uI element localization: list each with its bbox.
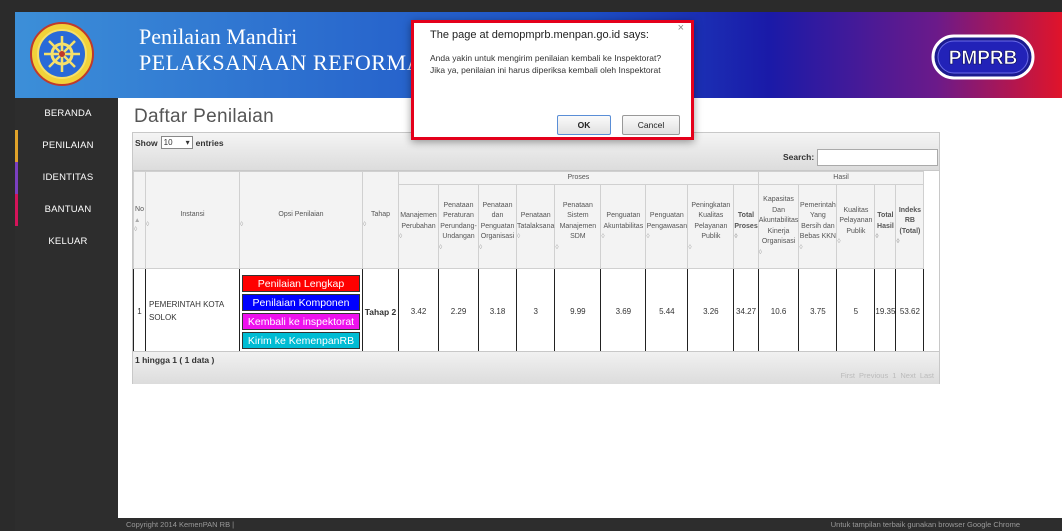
cell-proses-3: 3.18 [478, 268, 517, 355]
table-footer: 1 hingga 1 ( 1 data ) First Previous 1 N… [133, 351, 939, 384]
pmprb-logo-text: PMPRB [949, 48, 1018, 69]
column-header-proses-1[interactable]: Manajemen Perubahan ◊ [398, 184, 439, 269]
search-label: Search: [783, 152, 815, 162]
kembali-ke-inspektorat-button[interactable]: Kembali ke inspektorat [242, 312, 360, 330]
pager-last[interactable]: Last [918, 371, 936, 380]
column-header-no[interactable]: No ▲ ◊ [133, 171, 146, 269]
sidebar-item-identitas[interactable]: IDENTITAS [15, 162, 118, 194]
cell-no: 1 [133, 268, 146, 355]
dialog-message: Anda yakin untuk mengirim penilaian kemb… [430, 53, 662, 75]
copyright-text: Copyright 2014 KemenPAN RB | [126, 520, 235, 529]
dialog-title: The page at demopmprb.menpan.go.id says: [430, 29, 649, 41]
browser-page: Penilaian Mandiri PELAKSANAAN REFORMASI … [15, 12, 1062, 531]
browser-note: Untuk tampilan terbaik gunakan browser G… [830, 520, 1020, 529]
app-title-line1: Penilaian Mandiri [139, 24, 298, 49]
column-header-proses-7[interactable]: Penguatan Pengawasan ◊ [645, 184, 689, 269]
column-header-instansi[interactable]: Instansi ◊ [145, 171, 240, 269]
page-footer: Copyright 2014 KemenPAN RB | Untuk tampi… [118, 518, 1062, 531]
assessment-table-wrapper: Show 10 ▾ entries Search: No ▲ ◊ Instans… [132, 132, 940, 384]
column-header-proses-3[interactable]: Penataan dan Penguatan Organisasi ◊ [478, 184, 517, 269]
cell-total-hasil: 19.35 [874, 268, 897, 355]
cell-total-proses: 34.27 [733, 268, 759, 355]
column-header-hasil-1[interactable]: Kapasitas Dan Akuntabilitas Kinerja Orga… [757, 184, 800, 269]
penilaian-komponen-button[interactable]: Penilaian Komponen [242, 293, 360, 311]
confirm-dialog: The page at demopmprb.menpan.go.id says:… [411, 20, 694, 140]
close-icon[interactable]: × [678, 22, 684, 34]
assessment-table: No ▲ ◊ Instansi ◊ Opsi Penilaian ◊ Tahap ◊ P… [133, 171, 925, 355]
cell-opsi-penilaian: Penilaian Lengkap Penilaian Komponen Kem… [239, 268, 363, 355]
kirim-ke-kemenpanrb-button[interactable]: Kirim ke KemenpanRB [242, 331, 360, 349]
pager-first[interactable]: First [838, 371, 857, 380]
kemenpan-emblem-icon [30, 22, 94, 86]
entries-select[interactable]: 10 ▾ [160, 136, 193, 149]
column-header-total-proses[interactable]: Total Proses ◊ [733, 184, 759, 269]
column-header-proses-6[interactable]: Penguatan Akuntabilitas ◊ [600, 184, 647, 269]
pmprb-logo: PMPRB [931, 34, 1035, 80]
column-header-proses-4[interactable]: Penataan Tatalaksana ◊ [515, 184, 556, 269]
sidebar-nav: BERANDA PENILAIAN IDENTITAS BANTUAN KELU… [15, 98, 118, 531]
column-group-proses: Proses [398, 171, 759, 185]
ok-button[interactable]: OK [557, 115, 611, 135]
page-title: Daftar Penilaian [134, 106, 274, 127]
cell-tahap: Tahap 2 [362, 268, 399, 355]
sidebar-item-bantuan[interactable]: BANTUAN [15, 194, 118, 226]
pager-next[interactable]: Next [898, 371, 917, 380]
cell-indeks-rb: 53.62 [895, 268, 925, 355]
search-input[interactable] [817, 149, 938, 166]
pager-page-1[interactable]: 1 [890, 371, 898, 380]
cell-proses-7: 5.44 [645, 268, 689, 355]
main-content: Daftar Penilaian Show 10 ▾ entries Search… [118, 98, 1062, 518]
column-header-proses-2[interactable]: Penataan Peraturan Perundang-Undangan ◊ [438, 184, 479, 269]
cell-proses-5: 9.99 [554, 268, 602, 355]
entries-length-control: Show 10 ▾ entries [135, 136, 224, 149]
column-header-proses-8[interactable]: Peningkatan Kualitas Pelayanan Publik ◊ [687, 184, 735, 269]
column-group-hasil: Hasil [757, 171, 925, 185]
sidebar-item-keluar[interactable]: KELUAR [15, 226, 118, 258]
cell-proses-4: 3 [515, 268, 556, 355]
cell-proses-8: 3.26 [687, 268, 735, 355]
table-info: 1 hingga 1 ( 1 data ) [135, 355, 215, 365]
pagination: First Previous 1 Next Last [838, 371, 936, 380]
cell-instansi: PEMERINTAH KOTA SOLOK [145, 268, 240, 355]
column-header-hasil-2[interactable]: Pemerintah Yang Bersih dan Bebas KKN ◊ [798, 184, 838, 269]
cell-proses-2: 2.29 [438, 268, 479, 355]
cell-hasil-2: 3.75 [798, 268, 838, 355]
column-header-hasil-3[interactable]: Kualitas Pelayanan Publik ◊ [836, 184, 876, 269]
column-header-tahap[interactable]: Tahap ◊ [362, 171, 399, 269]
chevron-down-icon: ▾ [185, 138, 190, 147]
entries-label: entries [195, 137, 224, 148]
cancel-button[interactable]: Cancel [622, 115, 680, 135]
column-header-indeks-rb[interactable]: Indeks RB (Total) ◊ [895, 184, 925, 269]
column-header-proses-5[interactable]: Penataan Sistem Manajemen SDM ◊ [554, 184, 602, 269]
penilaian-lengkap-button[interactable]: Penilaian Lengkap [242, 274, 360, 292]
cell-hasil-3: 5 [836, 268, 876, 355]
sidebar-item-penilaian[interactable]: PENILAIAN [15, 130, 118, 162]
cell-proses-6: 3.69 [600, 268, 647, 355]
sidebar-item-beranda[interactable]: BERANDA [15, 98, 118, 130]
cell-proses-1: 3.42 [398, 268, 439, 355]
cell-hasil-1: 10.6 [757, 268, 800, 355]
show-label: Show [135, 137, 158, 148]
pager-previous[interactable]: Previous [857, 371, 890, 380]
table-row: 1 PEMERINTAH KOTA SOLOK Penilaian Lengka… [133, 268, 925, 355]
column-header-opsi-penilaian[interactable]: Opsi Penilaian ◊ [239, 171, 363, 269]
column-header-total-hasil[interactable]: Total Hasil ◊ [874, 184, 897, 269]
entries-select-value: 10 [163, 138, 173, 147]
